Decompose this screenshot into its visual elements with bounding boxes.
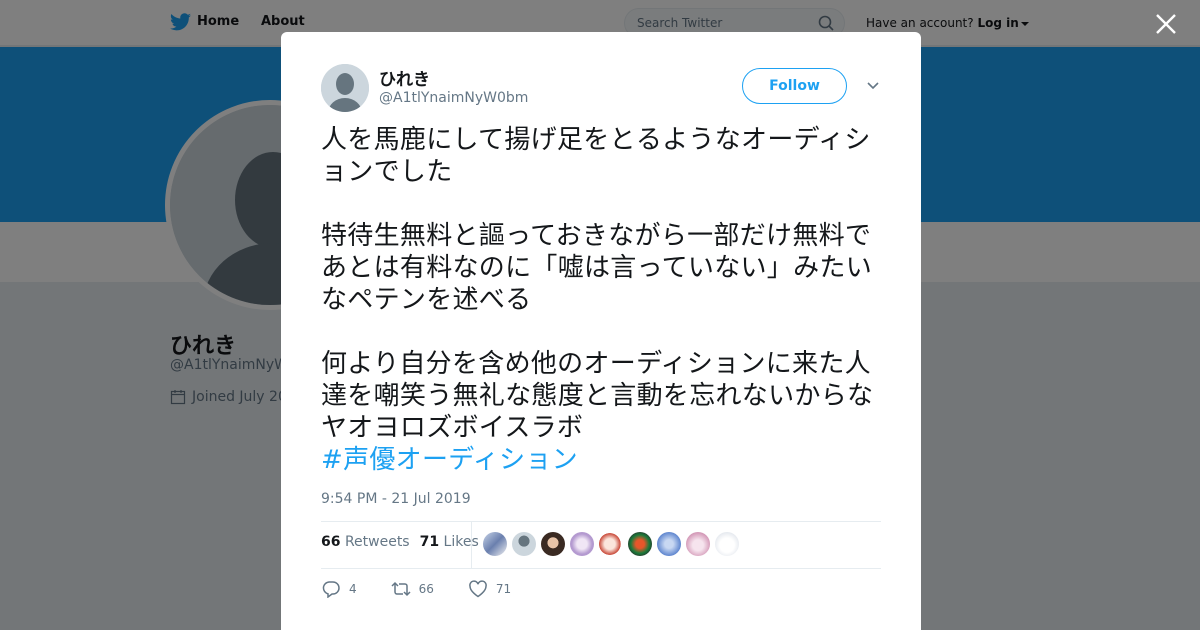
close-icon[interactable]: [1154, 12, 1178, 36]
divider: [321, 568, 881, 569]
reply-icon: [322, 581, 340, 598]
liker-avatar[interactable]: [628, 532, 652, 556]
divider: [321, 521, 881, 522]
liker-avatar[interactable]: [657, 532, 681, 556]
liker-avatar[interactable]: [483, 532, 507, 556]
tweet-paragraph: 特待生無料と謳っておきながら一部だけ無料であとは有料なのに「嘘は言っていない」み…: [321, 221, 873, 315]
tweet-actions: 4 66 71: [321, 580, 511, 598]
liker-avatar[interactable]: [715, 532, 739, 556]
liker-avatars: [483, 532, 739, 556]
author-handle[interactable]: @A1tlYnaimNyW0bm: [379, 90, 528, 106]
retweets-label: Retweets: [344, 534, 410, 550]
liker-avatar[interactable]: [570, 532, 594, 556]
divider: [471, 522, 472, 568]
likes-label: Likes: [443, 534, 479, 550]
hashtag-link[interactable]: #声優オーディション: [321, 444, 886, 476]
default-avatar-icon: [321, 64, 369, 112]
reply-count: 4: [349, 582, 357, 596]
liker-avatar[interactable]: [686, 532, 710, 556]
like-button[interactable]: 71: [468, 580, 511, 598]
like-count: 71: [495, 582, 512, 596]
like-icon: [469, 580, 487, 598]
retweets-count: 66: [321, 534, 341, 550]
follow-button[interactable]: Follow: [742, 68, 847, 104]
likes-count: 71: [419, 534, 440, 550]
engagement-counts: 66 Retweets 71 Likes: [321, 534, 479, 550]
liker-avatar[interactable]: [512, 532, 536, 556]
tweet-modal: ひれき @A1tlYnaimNyW0bm Follow 人を馬鹿にして揚げ足をと…: [281, 32, 921, 630]
reply-button[interactable]: 4: [321, 580, 357, 598]
chevron-down-icon[interactable]: [865, 80, 881, 92]
retweet-icon: [391, 581, 411, 597]
liker-avatar[interactable]: [541, 532, 565, 556]
retweet-count: 66: [418, 582, 434, 596]
author-name[interactable]: ひれき: [379, 65, 430, 90]
tweet-timestamp[interactable]: 9:54 PM - 21 Jul 2019: [321, 491, 471, 507]
retweets-stat[interactable]: 66 Retweets: [321, 534, 410, 550]
tweet-paragraph: 人を馬鹿にして揚げ足をとるようなオーディションでした: [321, 125, 871, 187]
liker-avatar[interactable]: [599, 532, 623, 556]
author-avatar[interactable]: [321, 64, 369, 112]
tweet-paragraph: 何より自分を含め他のオーディションに来た人達を嘲笑う無礼な態度と言動を忘れないか…: [321, 349, 874, 443]
tweet-text: 人を馬鹿にして揚げ足をとるようなオーディションでした 特待生無料と謳っておきなが…: [321, 124, 886, 476]
likes-stat[interactable]: 71 Likes: [420, 534, 479, 550]
retweet-button[interactable]: 66: [391, 580, 434, 598]
